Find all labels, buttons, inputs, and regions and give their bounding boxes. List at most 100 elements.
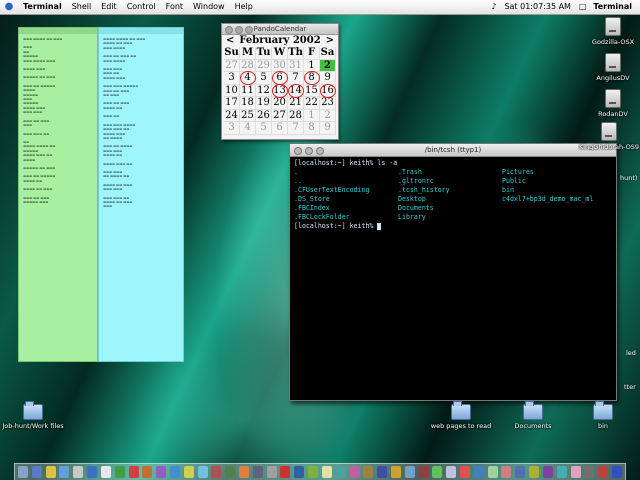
- dock-app-icon[interactable]: [239, 466, 249, 478]
- calendar-day-today[interactable]: 2: [320, 59, 336, 72]
- dock-app-icon[interactable]: [45, 466, 56, 478]
- menu-edit[interactable]: Edit: [96, 0, 122, 14]
- dock-app-icon[interactable]: [349, 466, 360, 478]
- dock-app-icon[interactable]: [460, 466, 470, 478]
- drive-angilusdv[interactable]: AngilusDV: [586, 53, 640, 82]
- partial-icon-label[interactable]: led: [626, 349, 636, 357]
- dock-app-icon[interactable]: [266, 466, 277, 478]
- folder-bin[interactable]: bin: [590, 401, 616, 430]
- calendar-day-marked[interactable]: 14: [288, 83, 304, 97]
- calendar-day[interactable]: 27: [224, 59, 240, 72]
- calendar-day-marked[interactable]: 6: [272, 71, 288, 85]
- dock-app-icon[interactable]: [473, 466, 484, 478]
- calendar-day[interactable]: 25: [240, 109, 256, 122]
- dock-app-icon[interactable]: [128, 466, 139, 478]
- dock-app-icon[interactable]: [598, 466, 609, 478]
- zoom-button[interactable]: [245, 26, 253, 34]
- dock-app-icon[interactable]: [529, 466, 540, 478]
- folder-documents[interactable]: Documents: [510, 401, 556, 430]
- calendar-day[interactable]: 9: [320, 72, 336, 85]
- calendar-day[interactable]: 11: [240, 84, 256, 97]
- calendar-day[interactable]: 18: [240, 97, 256, 110]
- zoom-button[interactable]: [316, 147, 324, 155]
- dock-app-icon[interactable]: [542, 466, 553, 478]
- app-switcher-icon[interactable]: □ Terminal: [575, 0, 640, 14]
- dock-app-icon[interactable]: [73, 466, 84, 478]
- dock-app-icon[interactable]: [156, 466, 167, 478]
- calendar-day[interactable]: 31: [288, 59, 304, 72]
- calendar-day[interactable]: 10: [224, 84, 240, 97]
- calendar-day[interactable]: 26: [256, 109, 272, 122]
- folder-web-pages[interactable]: web pages to read: [426, 401, 496, 430]
- dock-app-icon[interactable]: [59, 466, 70, 478]
- prev-month-button[interactable]: <: [226, 35, 234, 47]
- calendar-day[interactable]: 6: [272, 122, 288, 135]
- dock-app-icon[interactable]: [18, 466, 28, 478]
- partial-icon-label[interactable]: hunt): [620, 174, 637, 182]
- calendar-day[interactable]: 7: [288, 122, 304, 135]
- dock-app-icon[interactable]: [280, 466, 291, 478]
- menu-clock[interactable]: Sat 01:07:35 AM: [500, 0, 575, 14]
- calendar-day[interactable]: 24: [224, 109, 240, 122]
- dock-app-icon[interactable]: [87, 466, 98, 478]
- calendar-day-marked[interactable]: 8: [304, 71, 320, 85]
- sticky-note-green[interactable]: ▬▬▬ ▬▬▬▬ ▬▬ ▬▬▬ ▬▬▬ ▬▬ ▬▬▬▬▬ ▬▬▬ ▬▬▬▬ ▬▬▬ ▬▬…: [18, 27, 98, 362]
- close-button[interactable]: [225, 26, 233, 34]
- menu-shell[interactable]: Shell: [67, 0, 97, 14]
- calendar-title-bar[interactable]: PandoCalendar: [222, 24, 338, 35]
- next-month-button[interactable]: >: [326, 35, 334, 47]
- drive-kingghidorah-os9[interactable]: KingGhidorah-OS9: [578, 122, 640, 151]
- calendar-day[interactable]: 23: [320, 97, 336, 110]
- dock-app-icon[interactable]: [570, 466, 581, 478]
- dock-app-icon[interactable]: [197, 466, 208, 478]
- dock-app-icon[interactable]: [169, 466, 180, 478]
- dock-app-icon[interactable]: [114, 466, 125, 478]
- calendar-day[interactable]: 5: [256, 72, 272, 85]
- calendar-day[interactable]: 20: [272, 97, 288, 110]
- calendar-day[interactable]: 7: [288, 72, 304, 85]
- dock-app-icon[interactable]: [225, 466, 236, 478]
- calendar-day[interactable]: 3: [224, 122, 240, 135]
- dock-app-icon[interactable]: [446, 466, 457, 478]
- apple-menu-icon[interactable]: ●: [0, 0, 18, 14]
- calendar-day[interactable]: 12: [256, 84, 272, 97]
- calendar-day-marked[interactable]: 4: [240, 71, 256, 85]
- calendar-day[interactable]: 2: [320, 109, 336, 122]
- partial-icon-label[interactable]: tter: [624, 383, 636, 391]
- dock-app-icon[interactable]: [556, 466, 567, 478]
- calendar-day[interactable]: 29: [256, 59, 272, 72]
- sticky-note-cyan[interactable]: ▬▬▬▬ ▬▬▬▬ ▬▬ ▬▬▬ ▬▬▬▬ ▬▬ ▬▬▬ ▬▬▬ ▬▬▬▬ ▬▬▬ ▬…: [98, 27, 184, 362]
- menu-app-terminal[interactable]: Terminal: [18, 0, 67, 14]
- calendar-day[interactable]: 21: [288, 97, 304, 110]
- terminal-title-bar[interactable]: /bin/tcsh (ttyp1): [290, 144, 616, 157]
- dock-app-icon[interactable]: [308, 466, 319, 478]
- menu-font[interactable]: Font: [161, 0, 188, 14]
- calendar-day[interactable]: 1: [304, 109, 320, 122]
- calendar-day[interactable]: 5: [256, 122, 272, 135]
- dock-app-icon[interactable]: [584, 466, 595, 478]
- dock-app-icon[interactable]: [142, 466, 153, 478]
- minimize-button[interactable]: [235, 26, 243, 34]
- dock-app-icon[interactable]: [252, 466, 263, 478]
- dock-app-icon[interactable]: [377, 466, 388, 478]
- menu-control[interactable]: Control: [122, 0, 161, 14]
- calendar-day[interactable]: 9: [320, 122, 336, 135]
- calendar-day[interactable]: 8: [304, 122, 320, 135]
- calendar-day-marked[interactable]: 13: [272, 83, 288, 97]
- dock-app-icon[interactable]: [515, 466, 526, 478]
- dock-app-icon[interactable]: [487, 466, 498, 478]
- dock-app-icon[interactable]: [501, 466, 512, 478]
- dock-app-icon[interactable]: [363, 466, 374, 478]
- calendar-day[interactable]: 27: [272, 109, 288, 122]
- terminal-window[interactable]: /bin/tcsh (ttyp1) [localhost:~] keith% l…: [289, 143, 617, 401]
- calendar-day[interactable]: 28: [288, 109, 304, 122]
- close-button[interactable]: [294, 147, 302, 155]
- dock-app-icon[interactable]: [611, 466, 622, 478]
- menu-window[interactable]: Window: [188, 0, 230, 14]
- dock-app-icon[interactable]: [432, 466, 443, 478]
- calendar-day[interactable]: 17: [224, 97, 240, 110]
- terminal-content[interactable]: [localhost:~] keith% ls -a . .Trash Pictur…: [290, 157, 616, 233]
- volume-icon[interactable]: ♪: [487, 0, 500, 14]
- dock-app-icon[interactable]: [294, 466, 305, 478]
- dock-app-icon[interactable]: [418, 466, 429, 478]
